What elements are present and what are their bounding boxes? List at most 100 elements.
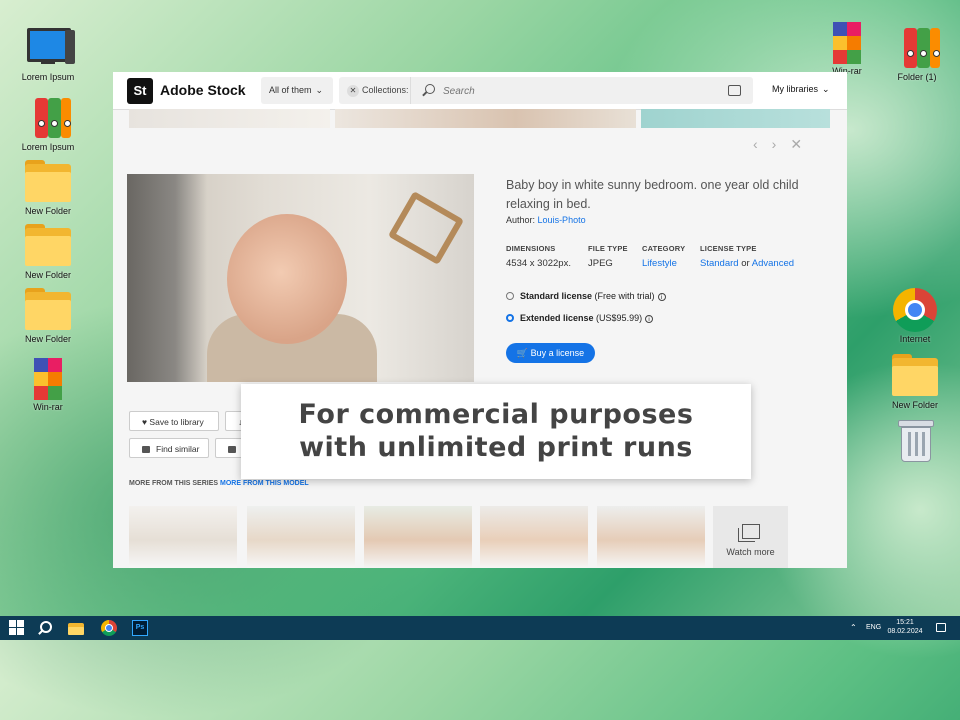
- watch-more-button[interactable]: Watch more: [713, 506, 788, 568]
- thumbnail-strip-image[interactable]: [129, 109, 330, 128]
- caption-overlay: For commercial purposes with unlimited p…: [241, 384, 751, 479]
- my-libraries-label: My libraries: [772, 84, 819, 94]
- dimensions-heading: DIMENSIONS: [506, 244, 556, 253]
- chevron-left-icon[interactable]: ‹: [753, 136, 772, 152]
- category-heading: CATEGORY: [642, 244, 686, 253]
- category-link[interactable]: Lifestyle: [642, 258, 685, 269]
- photoshop-icon[interactable]: Ps: [132, 620, 148, 636]
- chrome-icon[interactable]: [101, 620, 117, 636]
- search-input[interactable]: [441, 82, 725, 101]
- thumbnail-strip-image[interactable]: [641, 109, 830, 128]
- author-link[interactable]: Louis-Photo: [538, 215, 586, 225]
- my-libraries-menu[interactable]: My libraries ⌄: [772, 84, 830, 95]
- folder-icon: [892, 354, 938, 398]
- more-from-series-label: MORE FROM THIS SERIES: [129, 480, 219, 487]
- winrar-icon: [25, 356, 71, 400]
- adobe-stock-logo[interactable]: St: [127, 78, 153, 104]
- heart-icon: ♥: [142, 417, 148, 427]
- series-thumbnail[interactable]: [480, 506, 588, 568]
- visual-search-icon[interactable]: [728, 85, 741, 96]
- extended-license-radio[interactable]: [506, 314, 514, 322]
- folder-icon: [25, 160, 71, 204]
- cart-icon: 🛒: [516, 348, 529, 358]
- caption-line-1: For commercial purposes: [298, 399, 694, 430]
- more-from-model-link[interactable]: MORE FROM THIS MODEL: [220, 480, 309, 487]
- desktop-icon-recycle-bin[interactable]: [880, 420, 950, 462]
- copy-icon: [228, 446, 236, 453]
- desktop-icon-folder[interactable]: New Folder: [13, 288, 83, 344]
- desktop-icon-folder[interactable]: New Folder: [13, 224, 83, 280]
- category-info: CATEGORY Lifestyle: [642, 244, 685, 269]
- info-icon[interactable]: i: [657, 293, 666, 301]
- logo-text[interactable]: Adobe Stock: [160, 82, 246, 98]
- series-thumbnail[interactable]: [364, 506, 472, 568]
- clock-time: 15:21: [896, 619, 914, 626]
- search-icon: [425, 84, 435, 94]
- binders-icon: [894, 26, 940, 70]
- windows-start-icon[interactable]: [9, 620, 25, 636]
- desktop-icon-label: Lorem Ipsum: [21, 142, 75, 152]
- dimensions-info: DIMENSIONS 4534 x 3022px.: [506, 244, 571, 269]
- thumbnail-strip-image[interactable]: [335, 109, 636, 128]
- find-similar-button[interactable]: Find similar: [129, 438, 209, 458]
- desktop-icon-binders[interactable]: Lorem Ipsum: [13, 96, 83, 152]
- desktop-icon-folder[interactable]: New Folder: [880, 354, 950, 410]
- standard-license-note: (Free with trial): [594, 291, 655, 301]
- language-indicator[interactable]: ENG: [866, 616, 881, 640]
- file-type-heading: FILE TYPE: [588, 244, 628, 253]
- extended-license-option[interactable]: Extended license (US$95.99) i: [506, 313, 654, 323]
- clock[interactable]: 15:21 08.02.2024: [886, 618, 924, 642]
- clock-date: 08.02.2024: [887, 628, 923, 635]
- desktop-icon-binders[interactable]: Folder (1): [882, 26, 952, 82]
- save-to-library-button[interactable]: ♥ Save to library: [129, 411, 219, 431]
- adobe-stock-window: St Adobe Stock All of them ⌄ ✕ Collection…: [113, 72, 847, 568]
- extended-license-label: Extended license: [520, 313, 594, 323]
- desktop-icon-winrar[interactable]: Win-rar: [13, 356, 83, 412]
- license-or-text: or: [741, 258, 750, 269]
- collections-chip[interactable]: ✕ Collections:: [339, 77, 411, 104]
- standard-license-option[interactable]: Standard license (Free with trial) i: [506, 291, 666, 301]
- standard-license-label: Standard license: [520, 291, 593, 301]
- folder-icon: [25, 288, 71, 332]
- desktop-icon-computer[interactable]: Lorem Ipsum: [13, 26, 83, 82]
- tray-expand-icon[interactable]: ⌃: [850, 616, 857, 640]
- desktop-icon-label: New Folder: [24, 206, 71, 216]
- standard-license-link[interactable]: Standard: [700, 258, 739, 269]
- close-icon[interactable]: ✕: [347, 85, 359, 97]
- main-preview-image[interactable]: [127, 174, 474, 382]
- file-type-info: FILE TYPE JPEG: [588, 244, 628, 269]
- series-thumbnail[interactable]: [597, 506, 705, 568]
- standard-license-radio[interactable]: [506, 292, 514, 300]
- desktop-icon-winrar[interactable]: Win-rar: [812, 20, 882, 76]
- series-thumbnail[interactable]: [247, 506, 355, 568]
- desktop-icon-label: New Folder: [24, 334, 71, 344]
- file-explorer-icon[interactable]: [68, 620, 84, 636]
- gallery-icon: [737, 524, 760, 542]
- advanced-license-link[interactable]: Advanced: [752, 258, 794, 269]
- binders-icon: [25, 96, 71, 140]
- notifications-icon[interactable]: [936, 623, 946, 632]
- author-label: Author:: [506, 215, 536, 225]
- computer-icon: [25, 26, 75, 70]
- folder-icon: [25, 224, 71, 268]
- search-bar: [411, 77, 753, 104]
- file-type-value: JPEG: [588, 258, 613, 269]
- search-icon[interactable]: [37, 620, 53, 636]
- desktop-icon-chrome[interactable]: Internet: [880, 288, 950, 344]
- buy-license-button[interactable]: 🛒 Buy a license: [506, 343, 595, 363]
- series-thumbnail[interactable]: [129, 506, 237, 568]
- filter-dropdown[interactable]: All of them ⌄: [261, 77, 333, 104]
- chrome-icon: [893, 288, 937, 332]
- desktop-icon-folder[interactable]: New Folder: [13, 160, 83, 216]
- author-line: Author: Louis-Photo: [506, 215, 586, 225]
- desktop-icon-label: Internet: [899, 334, 931, 344]
- watch-more-label: Watch more: [726, 547, 775, 557]
- save-to-library-label: Save to library: [149, 417, 204, 427]
- close-icon[interactable]: ✕: [790, 136, 816, 152]
- info-icon[interactable]: i: [645, 315, 654, 323]
- recycle-bin-icon: [898, 420, 934, 462]
- chevron-right-icon[interactable]: ›: [772, 136, 791, 152]
- asset-title: Baby boy in white sunny bedroom. one yea…: [506, 178, 799, 211]
- extended-license-note: (US$95.99): [596, 313, 643, 323]
- find-similar-label: Find similar: [156, 444, 200, 454]
